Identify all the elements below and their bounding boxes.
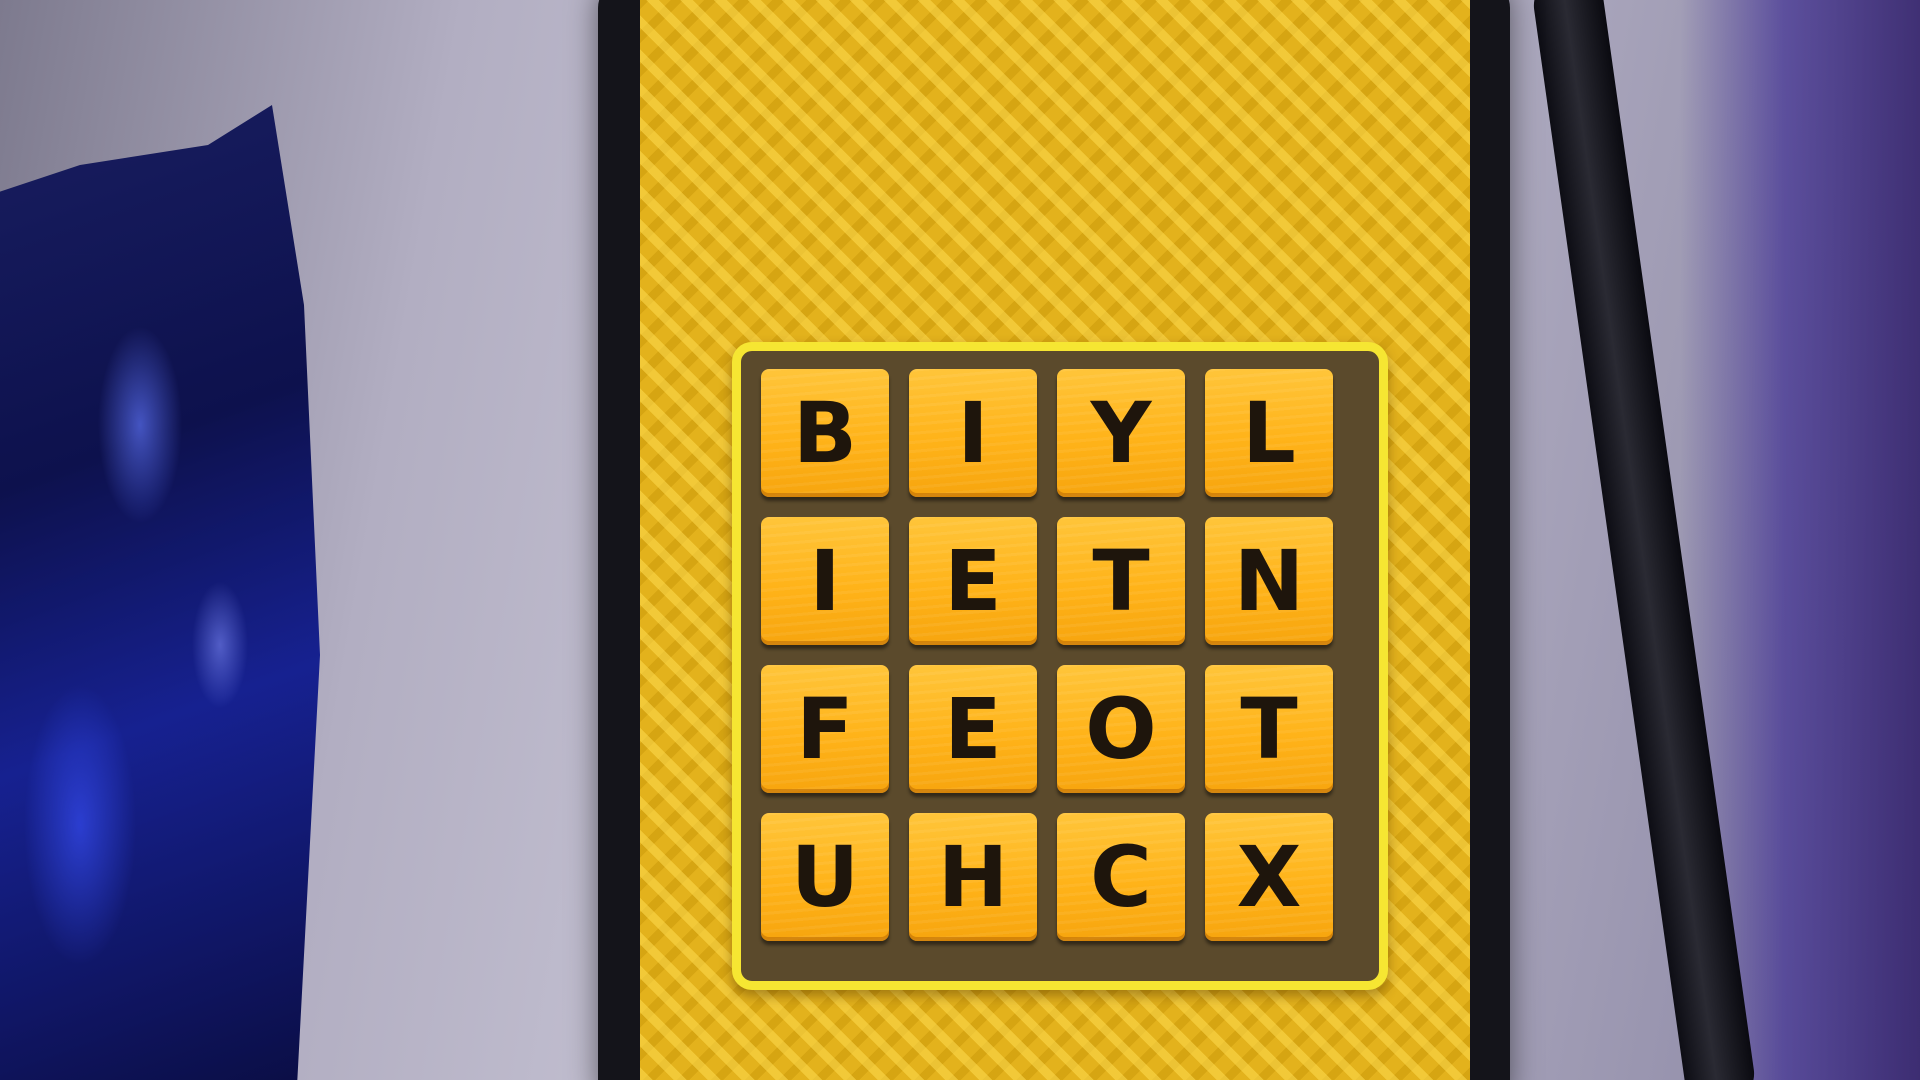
tile-letter: C xyxy=(1090,828,1152,926)
letter-board: B I Y L I E T N F E O T U H C X xyxy=(732,342,1388,990)
letter-tile[interactable]: L xyxy=(1205,369,1333,497)
letter-tile[interactable]: E xyxy=(909,517,1037,645)
letter-tile[interactable]: B xyxy=(761,369,889,497)
tile-letter: U xyxy=(790,828,860,926)
tile-letter: O xyxy=(1085,680,1157,778)
letter-tile[interactable]: N xyxy=(1205,517,1333,645)
letter-tile[interactable]: O xyxy=(1057,665,1185,793)
letter-tile[interactable]: F xyxy=(761,665,889,793)
tile-letter: I xyxy=(957,384,989,482)
tile-letter: B xyxy=(792,384,858,482)
photo-scene: B I Y L I E T N F E O T U H C X xyxy=(0,0,1920,1080)
letter-tile[interactable]: U xyxy=(761,813,889,941)
tile-letter: X xyxy=(1236,828,1302,926)
tile-letter: E xyxy=(944,680,1002,778)
tile-letter: T xyxy=(1240,680,1298,778)
tile-letter: F xyxy=(796,680,854,778)
tile-letter: I xyxy=(809,532,841,630)
tile-letter: N xyxy=(1233,532,1305,630)
tile-letter: H xyxy=(937,828,1009,926)
blue-plastic-bag xyxy=(0,105,320,1080)
tile-letter: E xyxy=(944,532,1002,630)
game-screen: B I Y L I E T N F E O T U H C X xyxy=(640,0,1470,1080)
letter-tile[interactable]: H xyxy=(909,813,1037,941)
letter-tile[interactable]: T xyxy=(1205,665,1333,793)
letter-tile[interactable]: I xyxy=(761,517,889,645)
letter-tile[interactable]: X xyxy=(1205,813,1333,941)
letter-tile[interactable]: I xyxy=(909,369,1037,497)
tile-letter: Y xyxy=(1090,384,1152,482)
letter-tile[interactable]: T xyxy=(1057,517,1185,645)
letter-tile[interactable]: Y xyxy=(1057,369,1185,497)
letter-tile[interactable]: E xyxy=(909,665,1037,793)
tile-letter: L xyxy=(1242,384,1296,482)
tile-letter: T xyxy=(1092,532,1150,630)
letter-tile[interactable]: C xyxy=(1057,813,1185,941)
